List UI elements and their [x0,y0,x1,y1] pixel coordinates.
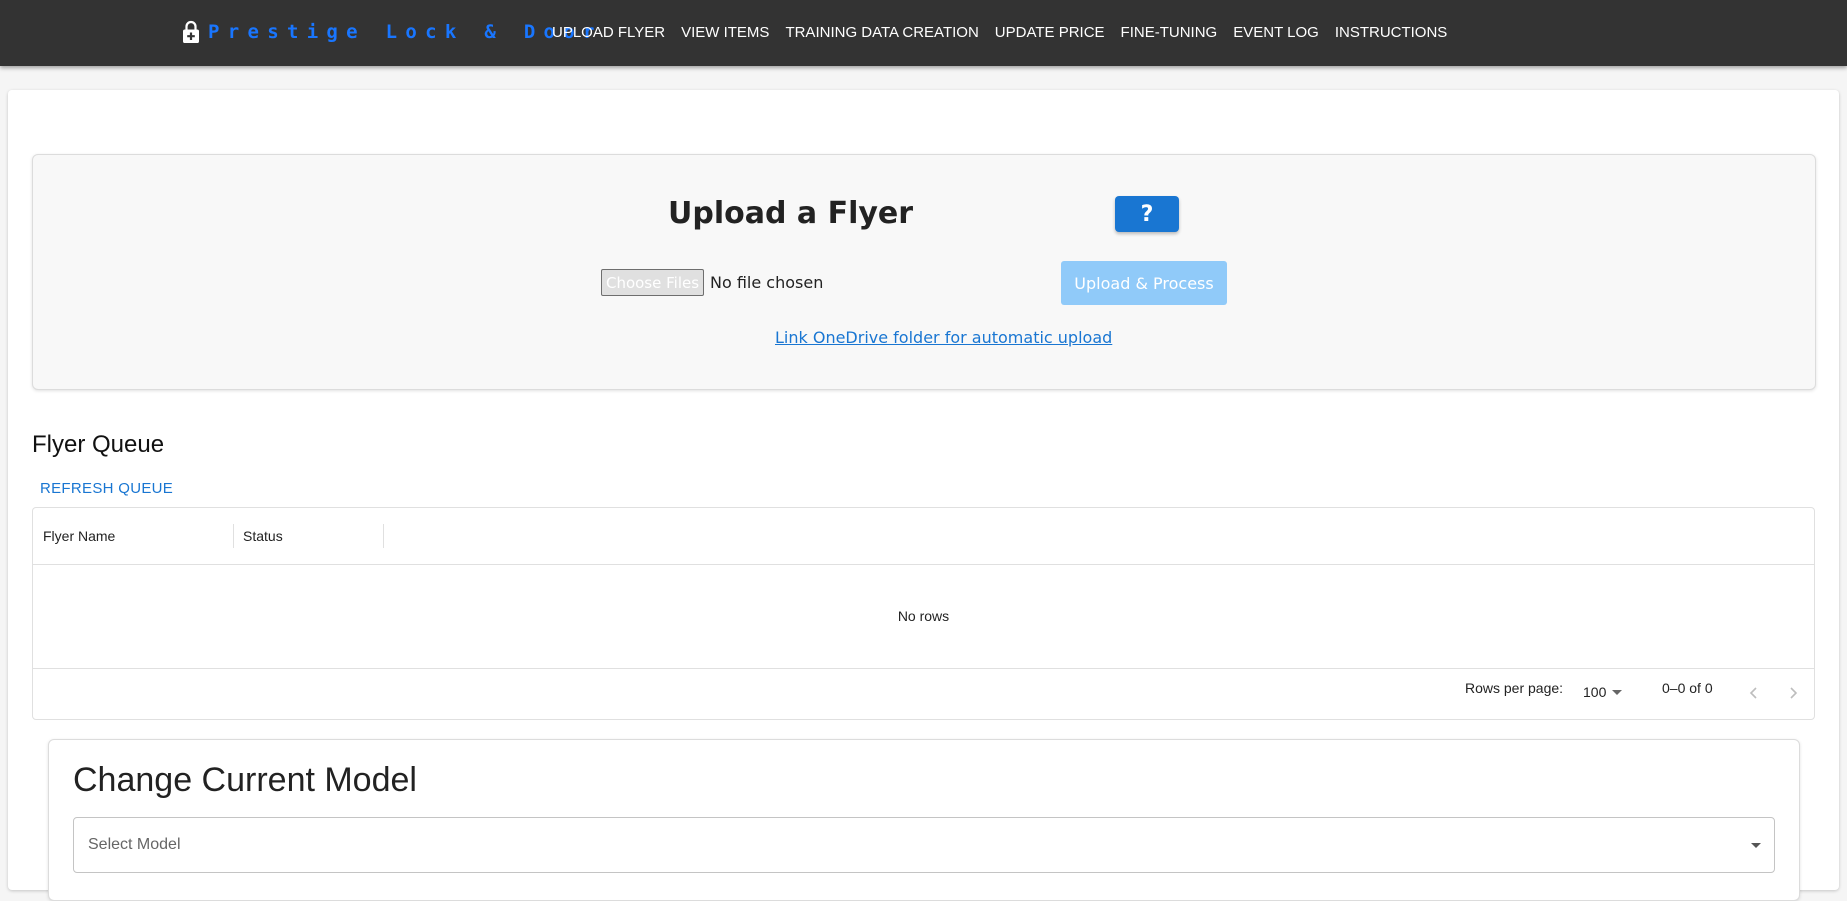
link-onedrive-folder-link[interactable]: Link OneDrive folder for automatic uploa… [775,328,1112,347]
nav-view-items[interactable]: VIEW ITEMS [681,24,769,41]
main-nav: UPLOAD FLYER VIEW ITEMS TRAINING DATA CR… [552,0,1463,64]
nav-training-data-creation[interactable]: TRAINING DATA CREATION [785,24,978,41]
upload-flyer-title: Upload a Flyer [668,196,914,231]
nav-event-log[interactable]: EVENT LOG [1233,24,1319,41]
flyer-queue-title: Flyer Queue [32,431,165,458]
refresh-queue-button[interactable]: REFRESH QUEUE [40,480,173,497]
rows-per-page-select[interactable]: 100 [1583,684,1623,700]
next-page-button[interactable] [1783,683,1803,703]
chevron-down-icon [1612,689,1623,695]
nav-upload-flyer[interactable]: UPLOAD FLYER [552,24,665,41]
column-separator[interactable] [233,524,234,548]
previous-page-button[interactable] [1744,683,1764,703]
choose-files-button[interactable]: Choose Files [601,269,704,296]
upload-and-process-button[interactable]: Upload & Process [1061,261,1227,305]
rows-per-page-value: 100 [1583,684,1607,700]
select-model-dropdown[interactable]: Select Model [73,817,1775,873]
lock-plus-icon [183,20,199,43]
upload-flyer-card [32,154,1816,390]
nav-instructions[interactable]: INSTRUCTIONS [1335,24,1448,41]
table-pagination: Rows per page: 100 0–0 of 0 [33,668,1814,721]
column-header-flyer-name[interactable]: Flyer Name [43,508,115,564]
chevron-right-icon [1790,687,1798,699]
column-header-status[interactable]: Status [243,508,283,564]
flyer-queue-table: Flyer Name Status No rows Rows per page:… [32,507,1815,720]
pagination-range: 0–0 of 0 [1662,680,1713,696]
brand[interactable]: Prestige Lock & Door [182,18,603,46]
rows-per-page-label: Rows per page: [1465,680,1564,696]
brand-name: Prestige Lock & Door [208,21,603,43]
help-button[interactable]: ? [1115,196,1179,232]
select-model-placeholder: Select Model [88,836,181,853]
table-header: Flyer Name Status [33,508,1814,565]
top-navigation-bar: Prestige Lock & Door UPLOAD FLYER VIEW I… [0,0,1847,66]
chevron-down-icon [1751,843,1761,848]
empty-table-message: No rows [897,608,950,624]
change-model-title: Change Current Model [73,761,417,799]
column-separator[interactable] [383,524,384,548]
chevron-left-icon [1749,687,1757,699]
nav-fine-tuning[interactable]: FINE-TUNING [1121,24,1218,41]
nav-update-price[interactable]: UPDATE PRICE [995,24,1105,41]
file-status-text: No file chosen [710,273,824,292]
